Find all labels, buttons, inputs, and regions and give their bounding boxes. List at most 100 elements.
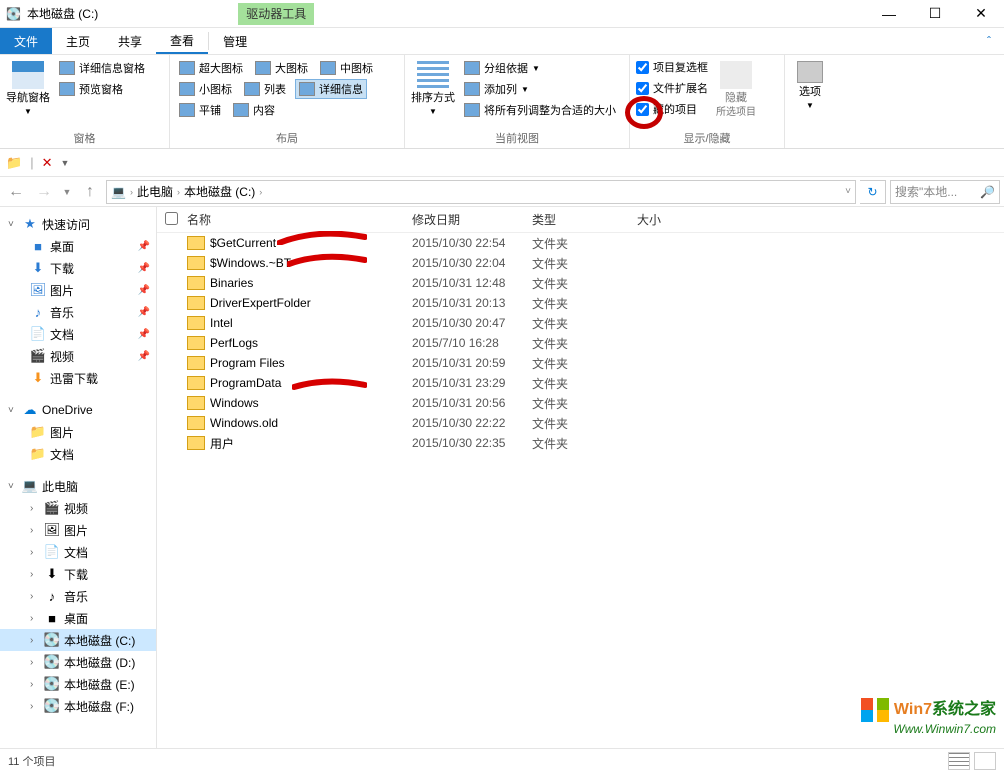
folder-icon [187, 436, 205, 450]
nav-downloads[interactable]: ⬇下载📌 [0, 257, 156, 279]
view-small[interactable]: 小图标 [176, 79, 235, 99]
up-button[interactable]: ↑ [78, 180, 102, 204]
hide-selected-button[interactable]: 隐藏 所选项目 [714, 59, 758, 118]
file-date: 2015/7/10 16:28 [412, 336, 532, 350]
size-columns-button[interactable]: 将所有列调整为合适的大小 [461, 101, 619, 119]
col-type[interactable]: 类型 [532, 211, 637, 228]
view-medium[interactable]: 中图标 [317, 59, 376, 77]
col-name[interactable]: 名称 [187, 211, 412, 228]
folder-icon [187, 236, 205, 250]
hidden-items-toggle[interactable]: 藏的项目 [636, 101, 708, 117]
nav-drive-d[interactable]: ›💽本地磁盘 (D:) [0, 651, 156, 673]
sort-by-button[interactable]: 排序方式 ▼ [411, 59, 455, 116]
file-row[interactable]: Binaries2015/10/31 12:48文件夹 [157, 273, 1004, 293]
file-name: $Windows.~BT [210, 256, 412, 270]
nav-drive-c[interactable]: ›💽本地磁盘 (C:) [0, 629, 156, 651]
file-ext-toggle[interactable]: 文件扩展名 [636, 80, 708, 96]
nav-tree[interactable]: ˅★快速访问 ■桌面📌 ⬇下载📌 🖼图片📌 ♪音乐📌 📄文档📌 🎬视频📌 ⬇迅雷… [0, 207, 157, 748]
view-details[interactable]: 详细信息 [295, 79, 367, 99]
qat-dropdown[interactable]: ▼ [60, 158, 69, 168]
minimize-button[interactable]: — [866, 0, 912, 27]
file-row[interactable]: Program Files2015/10/31 20:59文件夹 [157, 353, 1004, 373]
file-row[interactable]: $GetCurrent2015/10/30 22:54文件夹 [157, 233, 1004, 253]
nav-pictures[interactable]: 🖼图片📌 [0, 279, 156, 301]
nav-od-docs[interactable]: 📁文档 [0, 443, 156, 465]
file-row[interactable]: Windows.old2015/10/30 22:22文件夹 [157, 413, 1004, 433]
nav-xunlei[interactable]: ⬇迅雷下载 [0, 367, 156, 389]
file-row[interactable]: DriverExpertFolder2015/10/31 20:13文件夹 [157, 293, 1004, 313]
nav-pc-pictures[interactable]: ›🖼图片 [0, 519, 156, 541]
col-date[interactable]: 修改日期 [412, 211, 532, 228]
nav-desktop[interactable]: ■桌面📌 [0, 235, 156, 257]
recent-dropdown[interactable]: ▼ [60, 180, 74, 204]
file-name: Binaries [210, 276, 412, 290]
tab-view[interactable]: 查看 [156, 28, 208, 54]
nav-onedrive[interactable]: ˅☁OneDrive [0, 399, 156, 421]
nav-od-pictures[interactable]: 📁图片 [0, 421, 156, 443]
tab-manage[interactable]: 管理 [209, 28, 261, 54]
nav-pc-desktop[interactable]: ›■桌面 [0, 607, 156, 629]
thumbnails-view-button[interactable] [974, 752, 996, 770]
file-row[interactable]: Windows2015/10/31 20:56文件夹 [157, 393, 1004, 413]
view-extra-large[interactable]: 超大图标 [176, 59, 246, 77]
ribbon: 导航窗格 ▼ 详细信息窗格 预览窗格 窗格 超大图标 大图标 中图标 小图标 列… [0, 54, 1004, 149]
nav-music[interactable]: ♪音乐📌 [0, 301, 156, 323]
select-all-checkbox[interactable] [165, 212, 178, 225]
file-date: 2015/10/30 20:47 [412, 316, 532, 330]
file-row[interactable]: 用户2015/10/30 22:35文件夹 [157, 433, 1004, 453]
preview-pane-button[interactable]: 预览窗格 [56, 80, 148, 98]
contextual-tool-tab[interactable]: 驱动器工具 [238, 3, 314, 25]
search-box[interactable]: 搜索"本地... 🔎 [890, 180, 1000, 204]
back-button[interactable]: ← [4, 180, 28, 204]
options-button[interactable]: 选项 ▼ [791, 59, 829, 110]
nav-videos[interactable]: 🎬视频📌 [0, 345, 156, 367]
group-by-button[interactable]: 分组依据▼ [461, 59, 619, 77]
breadcrumb-drive[interactable]: 本地磁盘 (C:) [184, 183, 255, 200]
file-row[interactable]: Intel2015/10/30 20:47文件夹 [157, 313, 1004, 333]
refresh-button[interactable]: ↻ [860, 180, 886, 204]
view-large[interactable]: 大图标 [252, 59, 311, 77]
file-type: 文件夹 [532, 315, 637, 332]
nav-pc-downloads[interactable]: ›⬇下载 [0, 563, 156, 585]
file-type: 文件夹 [532, 295, 637, 312]
view-list[interactable]: 列表 [241, 79, 289, 99]
tab-file[interactable]: 文件 [0, 28, 52, 54]
nav-quick-access[interactable]: ˅★快速访问 [0, 213, 156, 235]
col-size[interactable]: 大小 [637, 211, 717, 228]
maximize-button[interactable]: ☐ [912, 0, 958, 27]
breadcrumb-this-pc[interactable]: 此电脑 [137, 183, 173, 200]
nav-pane-button[interactable]: 导航窗格 ▼ [6, 59, 50, 116]
pc-icon: 💻 [111, 185, 126, 199]
details-view-button[interactable] [948, 752, 970, 770]
file-date: 2015/10/30 22:54 [412, 236, 532, 250]
nav-pc-videos[interactable]: ›🎬视频 [0, 497, 156, 519]
file-row[interactable]: $Windows.~BT2015/10/30 22:04文件夹 [157, 253, 1004, 273]
delete-icon[interactable]: ✕ [42, 155, 53, 171]
tab-share[interactable]: 共享 [104, 28, 156, 54]
folder-icon [187, 336, 205, 350]
status-bar: 11 个项目 [0, 748, 1004, 772]
item-checkboxes-toggle[interactable]: 项目复选框 [636, 59, 708, 75]
view-tiles[interactable]: 平铺 [176, 101, 224, 119]
file-type: 文件夹 [532, 255, 637, 272]
file-row[interactable]: PerfLogs2015/7/10 16:28文件夹 [157, 333, 1004, 353]
nav-pc-docs[interactable]: ›📄文档 [0, 541, 156, 563]
file-name: DriverExpertFolder [210, 296, 412, 310]
tab-home[interactable]: 主页 [52, 28, 104, 54]
forward-button[interactable]: → [32, 180, 56, 204]
view-content[interactable]: 内容 [230, 101, 278, 119]
detail-pane-button[interactable]: 详细信息窗格 [56, 59, 148, 77]
file-row[interactable]: ProgramData2015/10/31 23:29文件夹 [157, 373, 1004, 393]
column-headers[interactable]: 名称 修改日期 类型 大小 [157, 207, 1004, 233]
add-columns-button[interactable]: 添加列▼ [461, 80, 619, 98]
addr-dropdown-icon[interactable]: ˅ [845, 186, 851, 197]
nav-pc-music[interactable]: ›♪音乐 [0, 585, 156, 607]
nav-documents[interactable]: 📄文档📌 [0, 323, 156, 345]
nav-drive-e[interactable]: ›💽本地磁盘 (E:) [0, 673, 156, 695]
help-expand-button[interactable]: ˆ [974, 28, 1004, 54]
nav-this-pc[interactable]: ˅💻此电脑 [0, 475, 156, 497]
address-bar[interactable]: 💻 › 此电脑 › 本地磁盘 (C:) › ˅ [106, 180, 856, 204]
nav-drive-f[interactable]: ›💽本地磁盘 (F:) [0, 695, 156, 717]
file-list: 名称 修改日期 类型 大小 $GetCurrent2015/10/30 22:5… [157, 207, 1004, 748]
close-button[interactable]: ✕ [958, 0, 1004, 27]
